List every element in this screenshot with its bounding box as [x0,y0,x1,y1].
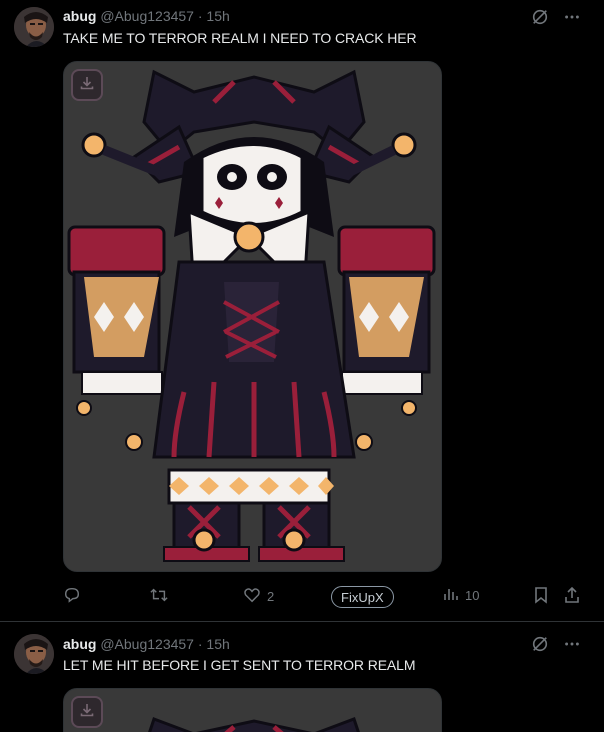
download-icon [79,702,95,723]
tweet-text: TAKE ME TO TERROR REALM I NEED TO CRACK … [63,30,417,46]
tweet-image[interactable] [63,688,442,732]
retweet-button[interactable] [149,586,169,607]
tweet[interactable]: abug @Abug123457 · 15h TAKE ME TO TERROR… [0,0,604,622]
tweet-top-actions [530,634,582,654]
user-handle[interactable]: @Abug123457 [100,636,194,652]
separator-dot: · [197,8,203,24]
tweet-header: abug @Abug123457 · 15h [63,636,230,652]
fixupx-button[interactable]: FixUpX [331,586,394,608]
tweet-image[interactable] [63,61,442,572]
timestamp[interactable]: 15h [206,8,229,24]
like-count: 2 [267,589,275,604]
more-icon[interactable] [562,7,582,27]
reply-button[interactable] [63,586,81,607]
download-button[interactable] [71,69,103,101]
download-button[interactable] [71,696,103,728]
tweet-header: abug @Abug123457 · 15h [63,8,230,24]
tweet-top-actions [530,7,582,27]
jester-image [64,689,441,732]
like-icon [243,586,261,607]
timestamp[interactable]: 15h [206,636,229,652]
display-name[interactable]: abug [63,8,96,24]
grok-icon[interactable] [530,7,550,27]
view-count: 10 [465,588,480,603]
bookmark-button[interactable] [533,586,549,607]
tweet-text: LET ME HIT BEFORE I GET SENT TO TERROR R… [63,657,416,673]
separator-dot: · [197,636,203,652]
more-icon[interactable] [562,634,582,654]
download-icon [79,75,95,96]
share-icon [563,586,581,607]
views-icon [443,586,459,605]
views-button[interactable]: 10 [443,586,479,605]
like-button[interactable]: 2 [243,586,274,607]
jester-image [64,62,441,571]
tweet-actions: 2 FixUpX 10 [0,584,604,612]
tweet[interactable]: abug @Abug123457 · 15h LET ME HIT BEFORE… [0,622,604,732]
avatar[interactable] [14,634,54,674]
user-handle[interactable]: @Abug123457 [100,8,194,24]
reply-icon [63,586,81,607]
grok-icon[interactable] [530,634,550,654]
share-button[interactable] [563,586,581,607]
avatar[interactable] [14,7,54,47]
retweet-icon [149,586,169,607]
display-name[interactable]: abug [63,636,96,652]
bookmark-icon [533,586,549,607]
